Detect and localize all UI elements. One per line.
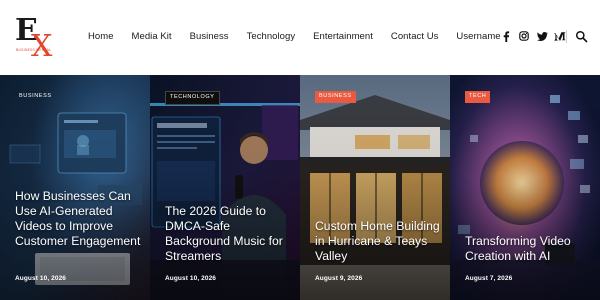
post-date: August 7, 2026 — [465, 275, 513, 282]
medium-icon[interactable] — [554, 30, 566, 42]
nav-business[interactable]: Business — [190, 31, 229, 42]
site-header: E X BUSINESS MENTAL Home Media Kit Busin… — [0, 0, 600, 75]
header-divider — [566, 30, 567, 43]
post-overlay — [450, 75, 600, 300]
nav-technology[interactable]: Technology — [247, 31, 296, 42]
post-title[interactable]: Transforming Video Creation with AI — [465, 234, 591, 264]
post-overlay — [150, 75, 300, 300]
nav-media-kit[interactable]: Media Kit — [132, 31, 172, 42]
category-badge[interactable]: TECHNOLOGY — [165, 91, 220, 105]
nav-username[interactable]: Username — [456, 31, 500, 42]
post-date: August 10, 2026 — [165, 275, 216, 282]
post-card[interactable]: BUSINESS Custom Home Building in Hurrica… — [300, 75, 450, 300]
site-logo[interactable]: E X BUSINESS MENTAL — [14, 10, 62, 66]
category-badge[interactable]: TECH — [465, 91, 491, 103]
post-card[interactable]: TECHNOLOGY The 2026 Guide to DMCA-Safe B… — [150, 75, 300, 300]
post-overlay — [300, 75, 450, 300]
instagram-icon[interactable] — [518, 30, 530, 42]
post-title[interactable]: Custom Home Building in Hurricane & Teay… — [315, 219, 441, 264]
post-card[interactable]: BUSINESS How Businesses Can Use AI-Gener… — [0, 75, 150, 300]
post-card[interactable]: TECH Transforming Video Creation with AI… — [450, 75, 600, 300]
facebook-icon[interactable] — [500, 30, 512, 42]
post-title[interactable]: How Businesses Can Use AI-Generated Vide… — [15, 189, 141, 249]
main-nav: Home Media Kit Business Technology Enter… — [88, 31, 519, 42]
post-date: August 10, 2026 — [15, 275, 66, 282]
twitter-icon[interactable] — [536, 30, 548, 42]
svg-text:X: X — [31, 29, 53, 64]
logo-tagline: BUSINESS MENTAL — [16, 48, 51, 52]
nav-entertainment[interactable]: Entertainment — [313, 31, 373, 42]
post-title[interactable]: The 2026 Guide to DMCA-Safe Background M… — [165, 204, 291, 264]
search-icon[interactable] — [575, 30, 588, 43]
nav-home[interactable]: Home — [88, 31, 114, 42]
nav-contact-us[interactable]: Contact Us — [391, 31, 439, 42]
featured-posts: BUSINESS How Businesses Can Use AI-Gener… — [0, 75, 600, 300]
social-links — [500, 30, 572, 42]
post-date: August 9, 2026 — [315, 275, 363, 282]
post-overlay — [0, 75, 150, 300]
category-badge[interactable]: BUSINESS — [15, 91, 56, 103]
category-badge[interactable]: BUSINESS — [315, 91, 356, 103]
